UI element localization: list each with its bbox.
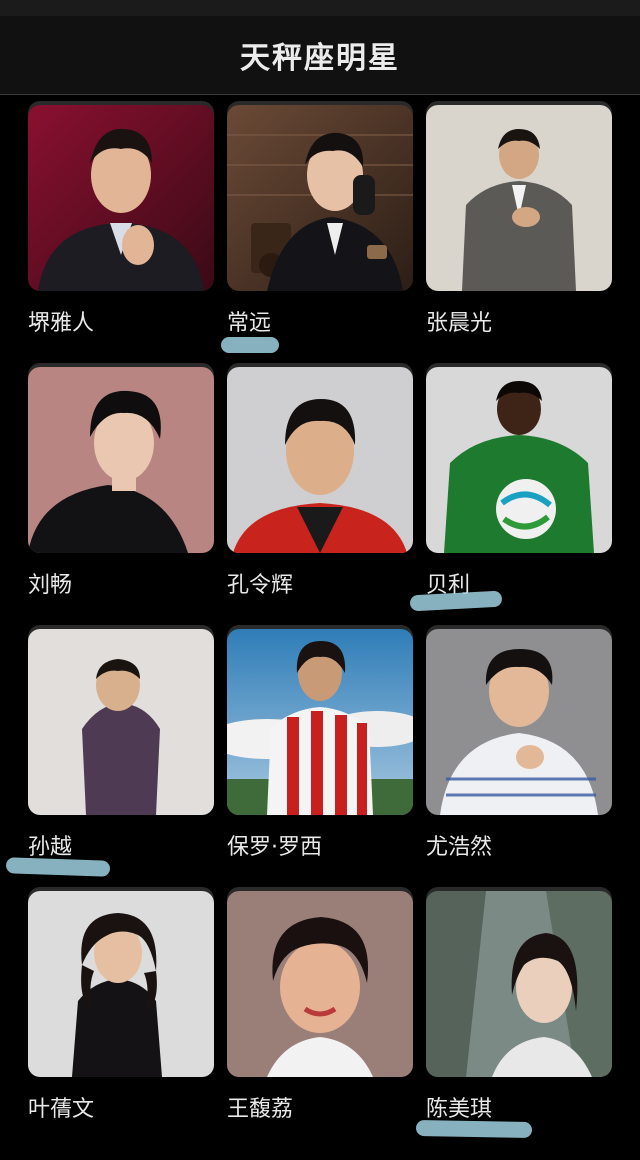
celebrity-name: 尤浩然 xyxy=(426,835,493,860)
highlight-mark xyxy=(409,590,503,612)
celebrity-name: 孔令辉 xyxy=(227,573,294,598)
celebrity-photo[interactable] xyxy=(227,105,413,291)
celebrity-photo[interactable] xyxy=(426,367,612,553)
highlight-mark xyxy=(221,337,279,353)
page-header: 天秤座明星 xyxy=(0,16,640,95)
celebrity-photo[interactable] xyxy=(227,629,413,815)
celebrity-photo[interactable] xyxy=(28,629,214,815)
celebrity-photo[interactable] xyxy=(426,629,612,815)
highlight-mark xyxy=(415,1119,533,1139)
celebrity-name: 陈美琪 xyxy=(426,1097,493,1122)
celebrity-photo[interactable] xyxy=(426,105,612,291)
celebrity-photo[interactable] xyxy=(28,367,214,553)
celebrity-name: 叶蒨文 xyxy=(28,1097,95,1122)
celebrity-name: 常远 xyxy=(227,311,272,336)
celebrity-photo[interactable] xyxy=(227,891,413,1077)
celebrity-name: 刘畅 xyxy=(28,573,73,598)
celebrity-name: 张晨光 xyxy=(426,311,493,336)
celebrity-name: 王馥荔 xyxy=(227,1097,294,1122)
celebrity-name: 堺雅人 xyxy=(28,311,95,336)
celebrity-photo[interactable] xyxy=(28,891,214,1077)
celebrity-photo[interactable] xyxy=(28,105,214,291)
highlight-mark xyxy=(5,857,111,877)
page-title: 天秤座明星 xyxy=(240,41,400,76)
celebrity-photo[interactable] xyxy=(426,891,612,1077)
status-bar xyxy=(0,0,640,16)
celebrity-name: 保罗·罗西 xyxy=(227,835,322,860)
celebrity-photo[interactable] xyxy=(227,367,413,553)
celebrity-name: 孙越 xyxy=(28,835,73,860)
